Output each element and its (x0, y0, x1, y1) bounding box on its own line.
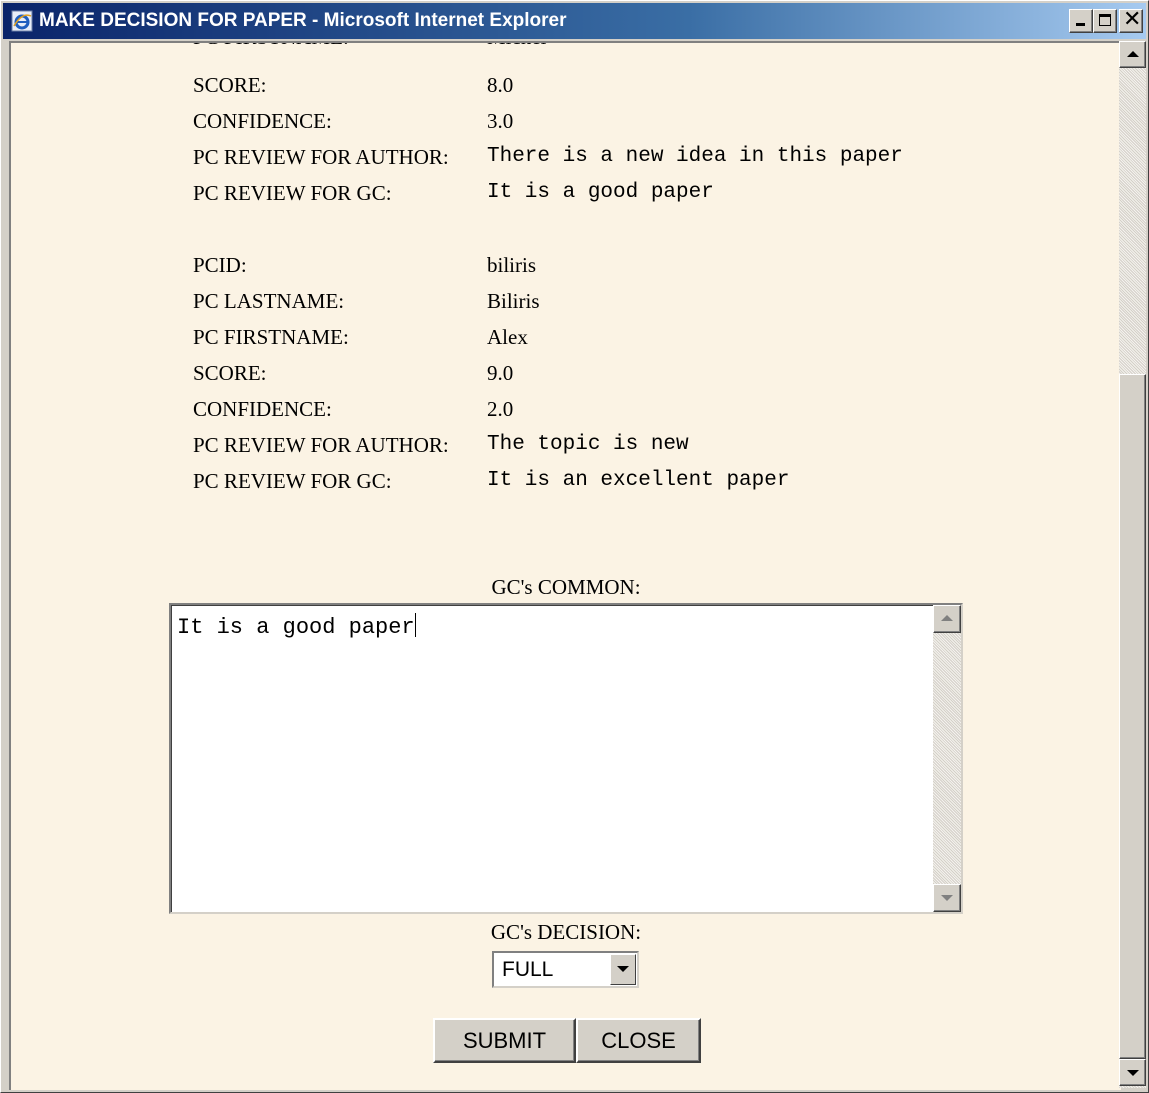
field-value: biliris (487, 253, 537, 277)
field-value: It is an excellent paper (487, 469, 790, 492)
arrow-down-icon (941, 895, 953, 901)
field-label: CONFIDENCE: (193, 397, 332, 421)
textarea-scroll-up-button[interactable] (933, 605, 961, 633)
field-value: 2.0 (487, 397, 514, 421)
arrow-up-icon (941, 615, 953, 621)
scroll-up-button[interactable] (1119, 41, 1146, 68)
textarea-content: It is a good paper (177, 613, 416, 640)
scroll-thumb[interactable] (1119, 374, 1146, 1059)
field-label: PC LASTNAME: (193, 289, 345, 313)
field-label: PC REVIEW FOR GC: (193, 181, 392, 205)
field-label: PCID: (193, 253, 247, 277)
page-scrollbar[interactable] (1119, 41, 1146, 1088)
textarea-scroll-down-button[interactable] (933, 884, 961, 912)
close-icon: ✕ (1123, 7, 1142, 32)
page-content[interactable]: PC FIRSTNAME: Michel SCORE: 8.0 CONFIDEN… (9, 41, 1121, 1090)
chevron-down-icon (617, 966, 629, 972)
gc-decision-label: GC's DECISION: (490, 920, 642, 944)
minimize-button[interactable] (1069, 9, 1093, 33)
dropdown-button[interactable] (610, 954, 636, 985)
window-title: MAKE DECISION FOR PAPER - Microsoft Inte… (39, 10, 567, 31)
field-value: 8.0 (487, 73, 514, 97)
field-value: The topic is new (487, 433, 689, 456)
gc-decision-select[interactable]: FULL (492, 951, 639, 988)
field-value: 9.0 (487, 361, 514, 385)
close-button[interactable]: CLOSE (576, 1018, 701, 1063)
field-value: Alex (487, 325, 528, 349)
field-label: SCORE: (193, 361, 267, 385)
field-label: PC FIRSTNAME: (193, 325, 349, 349)
title-bar[interactable]: MAKE DECISION FOR PAPER - Microsoft Inte… (3, 3, 1146, 39)
field-label: CONFIDENCE: (193, 109, 332, 133)
close-window-button[interactable]: ✕ (1119, 7, 1143, 33)
submit-button[interactable]: SUBMIT (433, 1018, 576, 1063)
select-value: FULL (502, 958, 554, 981)
field-value: 3.0 (487, 109, 514, 133)
field-label: PC REVIEW FOR AUTHOR: (193, 145, 449, 169)
ie-icon (11, 10, 33, 32)
textarea-scrollbar[interactable] (933, 605, 961, 912)
minimize-icon (1076, 23, 1085, 26)
gc-common-textarea[interactable]: It is a good paper (169, 603, 963, 914)
field-value: Biliris (487, 289, 540, 313)
field-value: Michel (487, 43, 546, 50)
field-label: PC FIRSTNAME: (193, 43, 349, 50)
field-label: PC REVIEW FOR AUTHOR: (193, 433, 449, 457)
maximize-icon (1099, 14, 1111, 26)
field-label: PC REVIEW FOR GC: (193, 469, 392, 493)
field-label: SCORE: (193, 73, 267, 97)
scroll-down-button[interactable] (1119, 1059, 1146, 1086)
browser-window: MAKE DECISION FOR PAPER - Microsoft Inte… (0, 0, 1149, 1093)
text-caret (414, 613, 416, 637)
field-value: It is a good paper (487, 181, 714, 204)
maximize-button[interactable] (1093, 9, 1117, 33)
gc-common-label: GC's COMMON: (491, 575, 641, 599)
field-value: There is a new idea in this paper (487, 145, 903, 168)
arrow-down-icon (1127, 1070, 1139, 1076)
arrow-up-icon (1127, 51, 1139, 57)
